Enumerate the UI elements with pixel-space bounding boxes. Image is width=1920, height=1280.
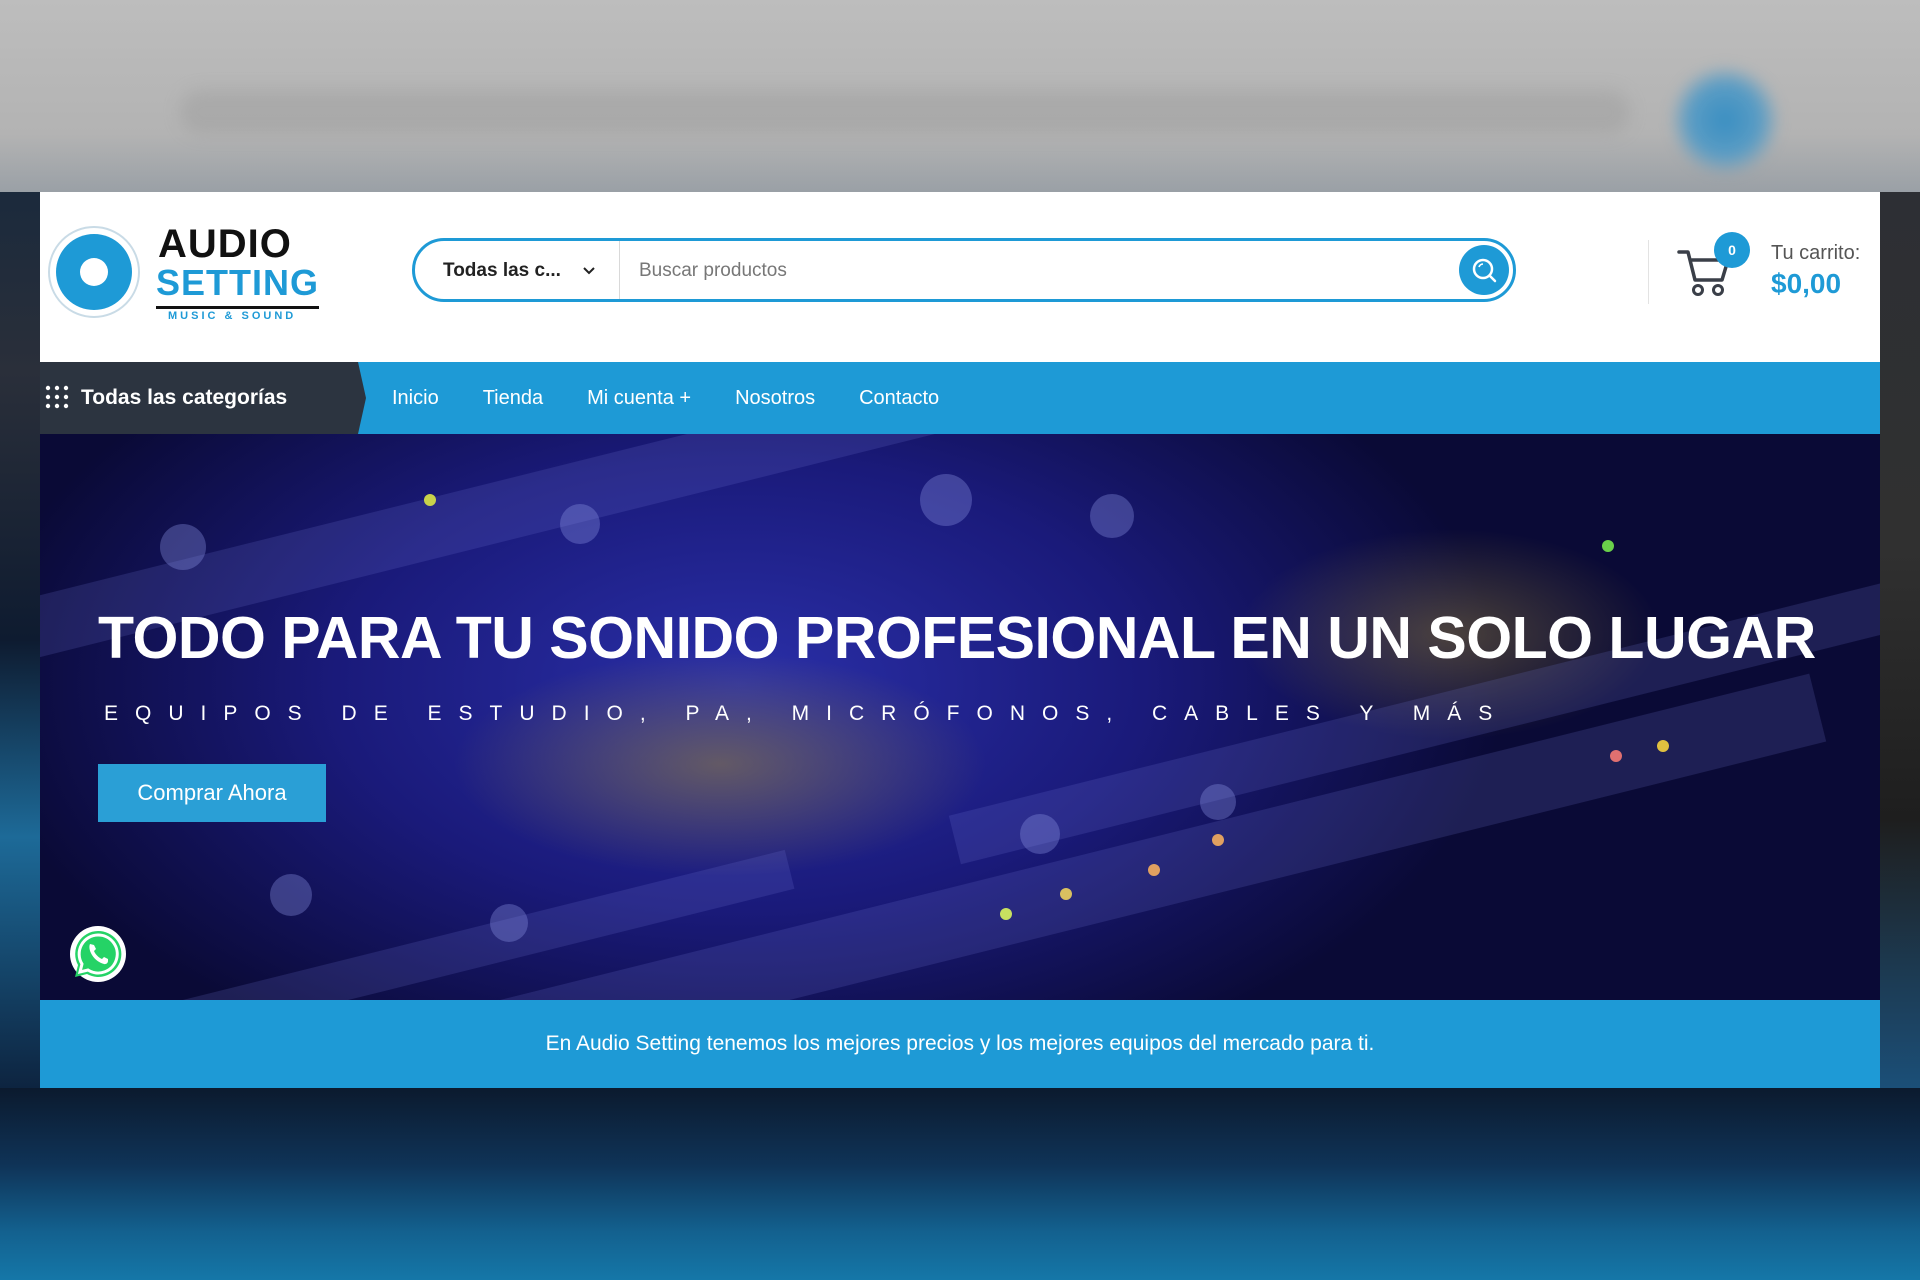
chevron-down-icon <box>583 267 595 275</box>
site-header: AUDIO SETTING MUSIC & SOUND Todas las c.… <box>40 192 1880 362</box>
cart-count-badge: 0 <box>1714 232 1750 268</box>
nav-item-inicio[interactable]: Inicio <box>392 387 439 410</box>
search-input[interactable] <box>637 251 1421 291</box>
nav-menu: Inicio Tienda Mi cuenta + Nosotros Conta… <box>392 362 983 434</box>
logo-word-setting: SETTING <box>156 262 320 309</box>
whatsapp-icon[interactable] <box>68 924 128 984</box>
logo-tagline: MUSIC & SOUND <box>168 310 297 322</box>
info-banner-text: En Audio Setting tenemos los mejores pre… <box>545 1032 1375 1055</box>
hero-subtitle: EQUIPOS DE ESTUDIO, PA, MICRÓFONOS, CABL… <box>104 702 1510 725</box>
hero-banner: TODO PARA TU SONIDO PROFESIONAL EN UN SO… <box>40 434 1880 1000</box>
blurred-backdrop-left <box>0 192 40 1088</box>
nav-item-tienda[interactable]: Tienda <box>483 387 543 410</box>
all-categories-label: Todas las categorías <box>81 386 288 409</box>
blurred-backdrop-top <box>0 0 1920 192</box>
search-category-label: Todas las c... <box>443 260 561 281</box>
website-frame: AUDIO SETTING MUSIC & SOUND Todas las c.… <box>40 192 1880 1088</box>
nav-item-mi-cuenta[interactable]: Mi cuenta + <box>587 387 691 410</box>
logo-word-audio: AUDIO <box>158 222 292 266</box>
search-icon <box>1472 258 1497 283</box>
blurred-cart-badge <box>1670 65 1780 175</box>
grid-dots-icon <box>45 385 69 409</box>
shop-now-button[interactable]: Comprar Ahora <box>98 764 326 822</box>
search-category-select[interactable]: Todas las c... <box>415 241 620 299</box>
header-divider <box>1648 240 1649 304</box>
blurred-backdrop-right <box>1880 192 1920 1088</box>
brand-logo[interactable]: AUDIO SETTING MUSIC & SOUND <box>46 222 320 322</box>
cart-label: Tu carrito: <box>1771 242 1861 264</box>
blurred-search-bar <box>180 90 1630 134</box>
nav-item-contacto[interactable]: Contacto <box>859 387 939 410</box>
search-button[interactable] <box>1459 245 1509 295</box>
main-navigation: Todas las categorías Inicio Tienda Mi cu… <box>40 362 1880 434</box>
nav-item-nosotros[interactable]: Nosotros <box>735 387 815 410</box>
all-categories-button[interactable]: Todas las categorías <box>40 362 366 434</box>
product-search: Todas las c... <box>412 238 1516 302</box>
info-banner: En Audio Setting tenemos los mejores pre… <box>40 1000 1880 1088</box>
cart-total[interactable]: $0,00 <box>1771 268 1841 300</box>
hero-title: TODO PARA TU SONIDO PROFESIONAL EN UN SO… <box>98 605 1816 671</box>
blurred-backdrop-bottom <box>0 1088 1920 1280</box>
logo-disc-icon <box>48 226 140 318</box>
